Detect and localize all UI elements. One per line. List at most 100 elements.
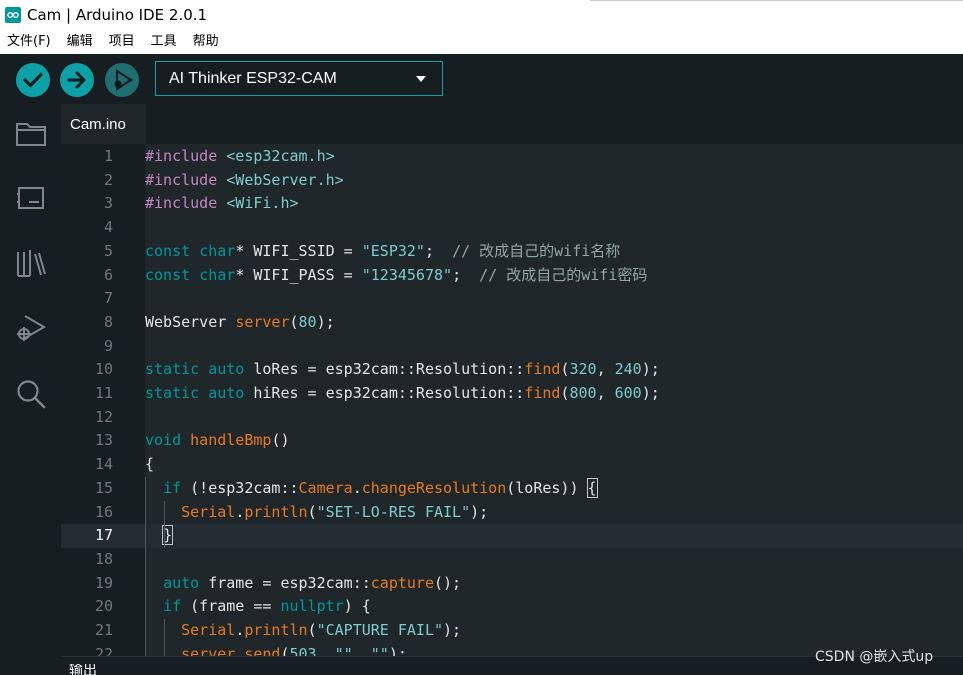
folder-icon[interactable] (13, 116, 49, 152)
code-token: const (145, 265, 200, 284)
code-line[interactable]: 14 { (61, 453, 963, 477)
line-number: 14 (94, 455, 113, 474)
code-text: { (145, 453, 154, 477)
code-token: #include (145, 147, 227, 165)
code-line[interactable]: 19 auto frame = esp32cam::capture(); (61, 572, 963, 596)
code-token: ); (470, 502, 489, 521)
line-number: 9 (103, 336, 113, 355)
menu-sketch[interactable]: 项目 (101, 30, 143, 54)
code-token: 80 (298, 312, 317, 331)
code-line[interactable]: 1 #include <esp32cam.h> (61, 145, 963, 169)
code-token: if (163, 597, 191, 616)
code-token: void (145, 431, 191, 450)
debug-button[interactable] (105, 63, 139, 97)
chevron-down-icon (416, 75, 426, 82)
code-text: #include <WebServer.h> (145, 169, 344, 193)
code-line[interactable]: 8 WebServer server(80); (61, 311, 963, 335)
verify-button[interactable] (16, 63, 50, 97)
code-token: find (524, 384, 561, 402)
code-token: ; (424, 241, 453, 260)
code-text: if (!esp32cam::Camera.changeResolution(l… (145, 477, 598, 501)
code-token: server (181, 644, 236, 656)
code-token: . (352, 478, 362, 497)
code-token: "12345678" (361, 265, 453, 284)
code-token: "CAPTURE FAIL" (316, 621, 444, 639)
line-number: 21 (94, 621, 113, 639)
code-line[interactable]: 18 (61, 548, 963, 572)
code-token: WebServer (145, 312, 236, 331)
code-token: . (235, 502, 245, 521)
code-line[interactable]: 11 static auto hiRes = esp32cam::Resoluti… (61, 382, 963, 406)
code-token: char (199, 241, 236, 260)
menu-edit[interactable]: 编辑 (59, 30, 101, 54)
code-line[interactable]: 2 #include <WebServer.h> (61, 169, 963, 193)
code-line[interactable]: 6 const char* WIFI_PASS = "12345678"; // … (61, 264, 963, 288)
menu-help[interactable]: 帮助 (185, 30, 227, 54)
code-token: static (145, 360, 209, 379)
code-token: println (244, 502, 308, 521)
tab-cam-ino[interactable]: Cam.ino (61, 104, 146, 144)
code-line[interactable]: 17 } (61, 524, 963, 548)
line-number: 19 (94, 573, 113, 592)
code-token: 320 (569, 360, 597, 379)
code-token: capture (370, 573, 434, 592)
code-token: ( (280, 644, 290, 656)
library-icon[interactable] (13, 245, 49, 281)
menu-file[interactable]: 文件(F) (0, 30, 59, 54)
code-line[interactable]: 15 if (!esp32cam::Camera.changeResolutio… (61, 477, 963, 501)
code-token: ); (388, 644, 407, 656)
code-line[interactable]: 9 (61, 335, 963, 359)
code-token: auto (163, 573, 209, 592)
code-token: { (586, 477, 598, 498)
search-icon[interactable] (13, 376, 49, 412)
code-line[interactable]: 3 #include <WiFi.h> (61, 192, 963, 216)
code-token: (frame == (190, 597, 281, 616)
code-line[interactable]: 5 const char* WIFI_SSID = "ESP32"; // 改成自… (61, 240, 963, 264)
code-line[interactable]: 13 void handleBmp() (61, 429, 963, 453)
board-selector-label: AI Thinker ESP32-CAM (169, 69, 337, 87)
code-token: // 改成自己的wifi密码 (479, 265, 648, 284)
code-token: char (199, 265, 236, 284)
code-text: #include <WiFi.h> (145, 192, 299, 216)
code-token: ( (307, 621, 317, 639)
board-manager-icon[interactable] (13, 180, 49, 216)
code-line[interactable]: 10 static auto loRes = esp32cam::Resoluti… (61, 358, 963, 382)
debug-icon[interactable] (13, 310, 49, 346)
board-selector[interactable]: AI Thinker ESP32-CAM (155, 61, 443, 96)
code-token: "" (334, 644, 353, 656)
code-line[interactable]: 16 Serial.println("SET-LO-RES FAIL"); (61, 501, 963, 525)
arrow-right-icon (67, 71, 86, 89)
code-token: frame = esp32cam:: (208, 573, 371, 592)
upload-button[interactable] (60, 63, 94, 97)
code-token: . (235, 621, 245, 639)
line-number: 3 (103, 194, 113, 213)
watermark: CSDN @嵌入式up (815, 649, 934, 665)
indent-guide (145, 476, 146, 656)
code-line[interactable]: 12 (61, 406, 963, 430)
code-line[interactable]: 21 Serial.println("CAPTURE FAIL"); (61, 619, 963, 643)
code-line[interactable]: 4 (61, 216, 963, 240)
menu-tools[interactable]: 工具 (143, 30, 185, 54)
code-token: auto (208, 360, 254, 379)
code-editor[interactable]: 1 #include <esp32cam.h> 2 #include <WebServ… (61, 144, 963, 656)
code-token: // 改成自己的wifi名称 (452, 241, 621, 260)
output-label[interactable]: 输出 (69, 664, 97, 675)
line-number: 7 (103, 289, 113, 308)
code-token: 600 (614, 384, 642, 402)
code-token: <WebServer.h> (226, 170, 344, 189)
title-bar: Cam | Arduino IDE 2.0.1 (0, 0, 963, 30)
code-token: "SET-LO-RES FAIL" (316, 502, 471, 521)
code-token: static (145, 384, 209, 402)
code-text: void handleBmp() (145, 429, 290, 453)
activity-bar (0, 104, 61, 674)
code-line[interactable]: 20 if (frame == nullptr) { (61, 595, 963, 619)
code-token: , (316, 644, 335, 656)
code-text: #include <esp32cam.h> (145, 145, 335, 169)
code-token: println (244, 621, 308, 639)
line-number: 10 (94, 360, 113, 379)
code-line[interactable]: 7 (61, 287, 963, 311)
code-token: #include (145, 170, 227, 189)
line-number: 2 (103, 170, 113, 189)
